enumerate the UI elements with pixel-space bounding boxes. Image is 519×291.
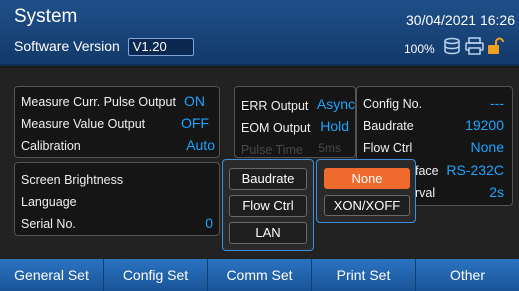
database-icon bbox=[442, 36, 462, 56]
menu-item-flow-ctrl[interactable]: Flow Ctrl bbox=[229, 195, 307, 217]
row-label: ERR Output bbox=[241, 99, 309, 113]
measure-value-output-value[interactable]: OFF bbox=[181, 115, 209, 131]
storage-percent: 100% bbox=[404, 42, 435, 56]
comm-popup-menu: Baudrate Flow Ctrl LAN bbox=[222, 159, 314, 251]
option-xon-xoff[interactable]: XON/XOFF bbox=[324, 195, 410, 216]
pulse-time-value: 5ms bbox=[318, 141, 341, 155]
calibration-value[interactable]: Auto bbox=[186, 137, 215, 153]
err-panel: ERR Output Async EOM Output Hold Pulse T… bbox=[234, 86, 356, 158]
measure-pulse-output-value[interactable]: ON bbox=[184, 93, 205, 109]
baudrate-value[interactable]: 19200 bbox=[465, 117, 504, 133]
tab-print-set[interactable]: Print Set bbox=[312, 259, 416, 291]
bottom-tab-bar: General Set Config Set Comm Set Print Se… bbox=[0, 259, 519, 291]
row-label: EOM Output bbox=[241, 121, 311, 135]
option-none[interactable]: None bbox=[324, 168, 410, 189]
measure-panel: Measure Curr. Pulse Output ON Measure Va… bbox=[14, 86, 220, 158]
row-label: Pulse Time bbox=[241, 143, 303, 157]
software-version-label: Software Version bbox=[14, 38, 120, 54]
menu-item-baudrate[interactable]: Baudrate bbox=[229, 168, 307, 190]
interval-value[interactable]: 2s bbox=[489, 184, 504, 200]
row-label: Calibration bbox=[21, 139, 81, 153]
row-label: rval bbox=[415, 186, 436, 200]
eom-output-value[interactable]: Hold bbox=[320, 118, 349, 134]
tab-comm-set[interactable]: Comm Set bbox=[208, 259, 312, 291]
unlock-icon bbox=[486, 36, 506, 56]
row-label: Measure Curr. Pulse Output bbox=[21, 95, 176, 109]
flow-ctrl-value[interactable]: None bbox=[471, 139, 504, 155]
err-output-value[interactable]: Async bbox=[317, 96, 355, 112]
status-icons bbox=[442, 36, 506, 56]
display-panel: Screen Brightness Language Serial No. 0 bbox=[14, 162, 220, 236]
interface-value[interactable]: RS-232C bbox=[446, 162, 504, 178]
row-label: face bbox=[415, 164, 439, 178]
serial-no-value: 0 bbox=[205, 215, 213, 231]
row-label: Baudrate bbox=[363, 119, 414, 133]
row-label: Config No. bbox=[363, 97, 423, 111]
page-title: System bbox=[14, 6, 78, 27]
row-label: Measure Value Output bbox=[21, 117, 146, 131]
flow-ctrl-options-popup: None XON/XOFF bbox=[316, 159, 416, 223]
tab-general-set[interactable]: General Set bbox=[0, 259, 104, 291]
tab-other[interactable]: Other bbox=[416, 259, 519, 291]
menu-item-lan[interactable]: LAN bbox=[229, 222, 307, 244]
datetime: 30/04/2021 16:26 bbox=[406, 12, 515, 28]
software-version-value: V1.20 bbox=[127, 38, 194, 56]
software-version: Software Version V1.20 bbox=[14, 38, 194, 56]
config-no-value[interactable]: --- bbox=[490, 95, 504, 111]
row-label: Serial No. bbox=[21, 217, 76, 231]
header-bar: System Software Version V1.20 30/04/2021… bbox=[0, 0, 519, 66]
printer-icon bbox=[464, 36, 484, 56]
tab-config-set[interactable]: Config Set bbox=[104, 259, 208, 291]
row-label: Flow Ctrl bbox=[363, 141, 413, 155]
row-label: Language bbox=[21, 195, 77, 209]
row-label: Screen Brightness bbox=[21, 173, 124, 187]
